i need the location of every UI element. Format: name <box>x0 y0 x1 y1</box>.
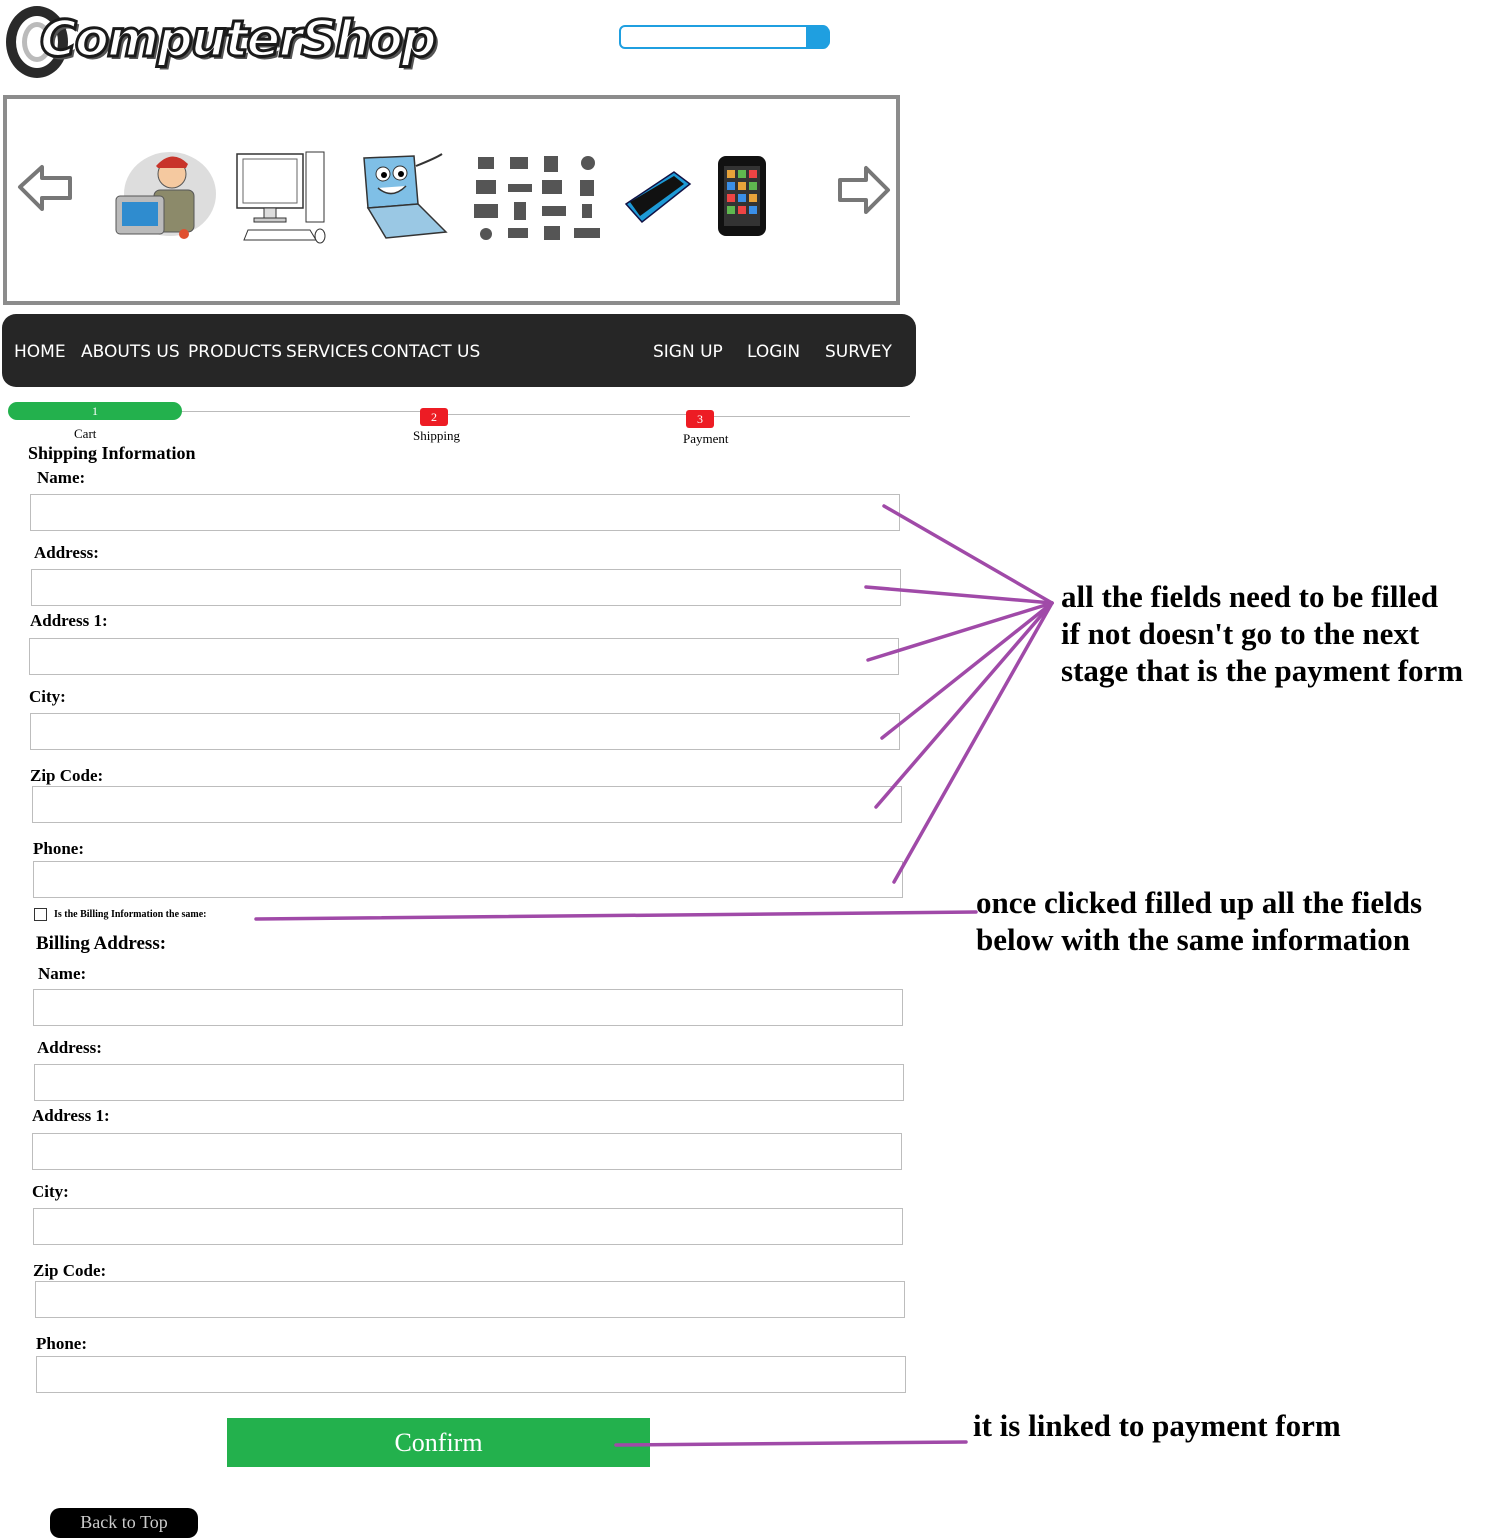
annotation-checkbox-line-2: below with the same information <box>976 922 1410 957</box>
annotation-confirm: it is linked to payment form <box>973 1408 1341 1443</box>
annotation-required-line-1: all the fields need to be filled <box>1061 579 1439 614</box>
annotation-lines <box>254 504 1054 1447</box>
annotation-required-line-3: stage that is the payment form <box>1061 653 1464 688</box>
annotation-checkbox-line-1: once clicked filled up all the fields <box>976 885 1423 920</box>
annotation-required-line-2: if not doesn't go to the next <box>1061 616 1420 651</box>
